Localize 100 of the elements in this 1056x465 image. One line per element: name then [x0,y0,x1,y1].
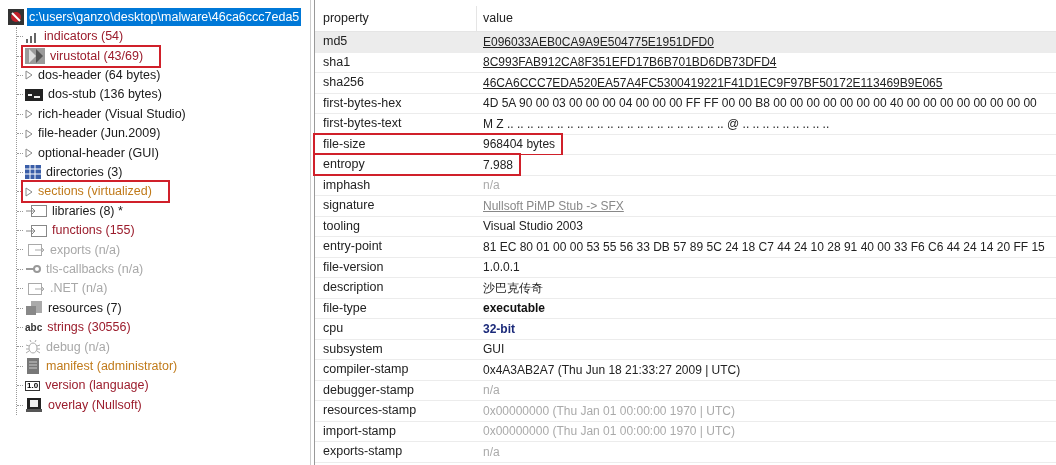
triangle-icon [25,148,33,159]
tree-item-label: libraries (8) * [52,202,123,220]
tree-item-label: overlay (Nullsoft) [48,396,142,414]
tree-item[interactable]: libraries (8) * [23,201,139,221]
bar-chart-icon [25,30,39,43]
monitor-icon [25,397,43,414]
document-icon [25,357,41,376]
version-icon: 1.0 [25,380,41,391]
value-cell-text: Visual Studio 2003 [482,218,583,236]
value-cell-text: 968404 bytes [482,136,556,154]
value-cell-text: 46CA6CCC7EDA520EA57A4FC5300419221F41D1EC9F97BF50172E113469B9E065 [482,74,943,92]
tree-item-label: version (language) [45,377,149,395]
console-icon [25,88,43,101]
module-icon [25,223,47,238]
tree-item-label: optional-header (GUI) [38,144,159,162]
value-cell-text: 0x00000000 (Thu Jan 01 00:00:00 1970 | UTC) [482,423,735,441]
tree-root-item[interactable]: c:\users\ganzo\desktop\malware\46ca6ccc7eda5 [27,8,302,26]
property-cell-text: import-stamp [322,422,397,440]
module-icon [25,204,47,219]
property-cell-text: description [322,279,385,297]
property-cell-text: compiler-stamp [322,361,410,379]
bug-icon [25,338,41,355]
tree-item-label: exports (n/a) [50,241,121,259]
property-cell-text: exports-stamp [322,443,404,461]
tree-item[interactable]: 1.0 version (language) [23,376,165,396]
value-cell-text: executable [482,300,546,318]
value-cell-text: 8C993FAB912CA8F351EFD17B6B701BD6DB73DFD4 [482,54,777,72]
highlighted-tree-item[interactable]: virustotal (43/69) [23,46,160,66]
tree-item-label: .NET (n/a) [50,280,108,298]
triangle-icon [25,109,33,120]
tree-item-label: manifest (administrator) [46,357,178,375]
value-cell-text: n/a [482,443,500,461]
value-cell-text: 0x00000000 (Thu Jan 01 00:00:00 1970 | UTC) [482,402,735,420]
property-cell-text: resources-stamp [322,402,418,420]
tree-item[interactable]: functions (155) [23,221,151,241]
property-cell-text: file-version [322,258,385,276]
value-cell-text: 沙巴克传奇 [482,279,543,297]
tree-item-label: directories (3) [46,164,123,182]
tree-item-label: rich-header (Visual Studio) [38,105,186,123]
property-cell-text: cpu [322,320,345,338]
tree-item[interactable]: resources (7) [23,298,138,318]
property-cell-text: md5 [322,33,349,51]
property-cell-text: file-type [322,299,368,317]
tree-item-label: dos-stub (136 bytes) [48,86,162,104]
tree-item-label: resources (7) [48,299,122,317]
value-cell-text: Nullsoft PiMP Stub -> SFX [482,197,624,215]
value-cell-text: M Z .. .. .. .. .. .. .. .. .. .. .. .. .. .. .. .. .. .. .. .. .. .. @ .. .. .. .. .. .. .. .. .. [482,115,830,133]
chevron-icon [25,48,45,65]
tree-item[interactable]: indicators (54) [23,27,140,47]
property-cell-text: signature [322,197,376,215]
grid-icon [25,165,41,180]
triangle-icon [25,70,33,81]
property-cell-text: tooling [322,217,361,235]
tree-item-label: virustotal (43/69) [50,47,144,65]
tree-item-label: debug (n/a) [46,338,110,356]
stack-icon [25,300,43,317]
property-cell-text: first-bytes-text [322,115,403,133]
tree-item[interactable]: file-header (Jun.2009) [23,124,177,144]
app-icon [8,9,24,25]
value-cell-text: 1.0.0.1 [482,259,520,277]
tree-item[interactable]: optional-header (GUI) [23,143,175,163]
column-header[interactable]: property [315,6,477,31]
tree-item-label: dos-header (64 bytes) [38,67,161,85]
tree-item-label: strings (30556) [47,319,131,337]
tree-item[interactable]: dos-stub (136 bytes) [23,85,178,105]
triangle-icon [25,128,33,139]
tree-item-label: indicators (54) [44,28,124,46]
value-cell-text: 81 EC 80 01 00 00 53 55 56 33 DB 57 89 5C 24 18 C7 44 24 10 28 91 40 00 33 F6 C6 44 24 14 20 FF 15 [482,238,1045,256]
value-cell-text: GUI [482,341,505,359]
property-cell-text: entropy [322,156,366,174]
value-cell-text: E096033AEB0CA9A9E504775E1951DFD0 [482,33,714,51]
column-header[interactable]: value [477,9,513,28]
tree-item[interactable]: directories (3) [23,162,139,182]
tree-item[interactable]: overlay (Nullsoft) [23,395,158,415]
property-cell-text: imphash [322,176,372,194]
tree-item[interactable]: rich-header (Visual Studio) [23,104,202,124]
property-cell-text: entry-point [322,238,384,256]
tree-item[interactable]: abc strings (30556) [23,318,147,338]
tree-item-label: sections (virtualized) [38,183,152,201]
value-cell-text: n/a [482,382,500,400]
tree-item-label: file-header (Jun.2009) [38,125,161,143]
table-row[interactable]: entropy 7.988 [315,155,1056,176]
export-icon [25,243,45,257]
value-cell-text: 32-bit [482,320,515,338]
property-cell-text: subsystem [322,340,384,358]
key-icon [25,264,41,275]
tree-item-label: tls-callbacks (n/a) [46,261,144,278]
table-row[interactable]: file-size 968404 bytes [315,134,1056,155]
property-cell-text: debugger-stamp [322,381,416,399]
tree-item[interactable]: dos-header (64 bytes) [23,65,177,85]
tree-item[interactable]: manifest (administrator) [23,356,194,376]
table-row[interactable]: md5 E096033AEB0CA9A9E504775E1951DFD0 [315,32,1056,53]
highlighted-tree-item[interactable]: sections (virtualized) [23,182,168,202]
property-cell-text: sha1 [322,53,352,71]
export-icon [25,281,45,296]
value-cell-text: 0x4A3AB2A7 (Thu Jun 18 21:33:27 2009 | UTC) [482,361,741,379]
property-cell-text: sha256 [322,74,365,92]
value-cell-text: n/a [482,177,500,195]
property-cell-text: first-bytes-hex [322,94,403,112]
tree-item-label: functions (155) [52,222,135,240]
